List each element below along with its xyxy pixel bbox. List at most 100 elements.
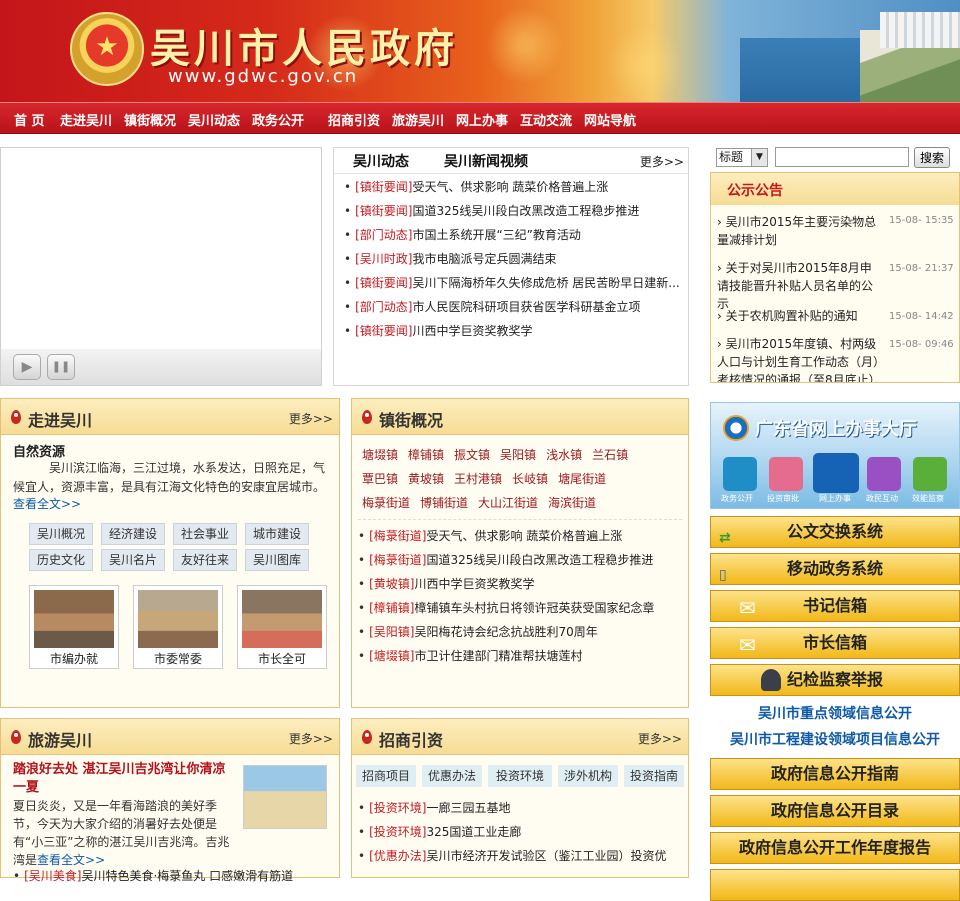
notice-item[interactable]: › 关于对吴川市2015年8月申请技能晋升补贴人员名单的公示 — [717, 259, 877, 313]
service-hall-banner[interactable]: 广东省网上办事大厅 政务公开 投资审批 网上办事 政民互动 效能监察 — [710, 402, 960, 509]
town-link[interactable]: 兰石镇 — [592, 448, 628, 462]
search-button[interactable]: 搜索 — [914, 147, 950, 168]
lvyou-read-all[interactable]: 查看全文>> — [37, 853, 105, 867]
service-icon[interactable] — [867, 457, 901, 491]
zhenjie-panel: 镇街概况 塘㙍镇 樟铺镇 振文镇 吴阳镇 浅水镇 兰石镇 覃巴镇 黄坡镇 王村港镇 长岐镇 塘尾街… — [351, 398, 689, 708]
nav-banshi[interactable]: 网上办事 — [456, 110, 508, 129]
mulu-button[interactable]: 政府信息公开目录 — [710, 795, 960, 827]
town-link[interactable]: 博铺街道 — [420, 496, 468, 510]
tag-mingpian[interactable]: 吴川名片 — [101, 549, 165, 571]
list-item[interactable]: [镇街要闻]吴川下隔海桥年久失修成危桥 居民苦盼早日建新... — [344, 274, 680, 294]
tag-zhinan[interactable]: 投资指南 — [624, 765, 684, 787]
service-label: 政民互动 — [866, 494, 898, 503]
photo-card[interactable]: 市长全可 — [237, 585, 327, 669]
notice-item[interactable]: › 吴川市2015年主要污染物总量减排计划 — [717, 213, 877, 249]
city-image — [880, 12, 960, 48]
zoujin-more-link[interactable]: 更多>> — [289, 410, 333, 427]
nav-zoujin[interactable]: 走进吴川 — [60, 110, 112, 129]
tag-chengshi[interactable]: 城市建设 — [245, 523, 309, 545]
service-icon[interactable] — [769, 457, 803, 491]
list-item[interactable]: [吴川时政]我市电脑派号定兵圆满结束 — [344, 250, 556, 270]
nav-home[interactable]: 首 页 — [14, 110, 45, 129]
list-item[interactable]: [优惠办法]吴川市经济开发试验区（鉴江工业园）投资优 — [358, 847, 666, 867]
tag-shewai[interactable]: 涉外机构 — [558, 765, 618, 787]
nav-dongtai[interactable]: 吴川动态 — [188, 110, 240, 129]
tab-dongtai[interactable]: 吴川动态 — [353, 151, 409, 171]
nav-hudong[interactable]: 互动交流 — [520, 110, 572, 129]
tag-youhui[interactable]: 优惠办法 — [422, 765, 482, 787]
list-item[interactable]: [吴阳镇]吴阳梅花诗会纪念抗战胜利70周年 — [358, 623, 598, 643]
town-link[interactable]: 樟铺镇 — [408, 448, 444, 462]
town-link[interactable]: 吴阳镇 — [500, 448, 536, 462]
jijian-report-button[interactable]: 纪检监察举报 — [710, 664, 960, 696]
lvyou-more-link[interactable]: 更多>> — [289, 730, 333, 747]
tag-shehui[interactable]: 社会事业 — [173, 523, 237, 545]
lvyou-headline[interactable]: 踏浪好去处 湛江吴川吉兆湾让你清凉一夏 — [13, 761, 235, 797]
video-player[interactable]: ▶ ❚❚ — [0, 147, 322, 386]
tag-tuku[interactable]: 吴川图库 — [245, 549, 309, 571]
town-link[interactable]: 浅水镇 — [546, 448, 582, 462]
town-link[interactable]: 大山江街道 — [478, 496, 538, 510]
photo-caption: 市委常委 — [153, 652, 202, 666]
list-item[interactable]: [樟铺镇]樟铺镇车头村抗日将领许冠英获受国家纪念章 — [358, 599, 654, 619]
yidong-button[interactable]: ▯ 移动政务系统 — [710, 553, 960, 585]
nav-zhenjie[interactable]: 镇街概况 — [124, 110, 176, 129]
town-link[interactable]: 塘㙍镇 — [362, 448, 398, 462]
town-link[interactable]: 黄坡镇 — [408, 472, 444, 486]
list-item[interactable]: [黄坡镇]川西中学巨资奖教奖学 — [358, 575, 534, 595]
list-item[interactable]: [投资环境]325国道工业走廊 — [358, 823, 521, 843]
search-scope-select[interactable]: 标题 ▼ — [716, 148, 768, 167]
list-item[interactable]: [投资环境]一廊三园五基地 — [358, 799, 510, 819]
beach-photo[interactable] — [243, 765, 327, 829]
zhaoshang-more-link[interactable]: 更多>> — [638, 730, 682, 747]
list-item[interactable]: [梅菉街道]受天气、供求影响 蔬菜价格普遍上涨 — [358, 527, 622, 547]
tag-xiangmu[interactable]: 招商项目 — [356, 765, 416, 787]
service-icon[interactable] — [913, 457, 947, 491]
town-link[interactable]: 塘尾街道 — [558, 472, 606, 486]
list-item[interactable]: [镇街要闻]国道325线吴川段白改黑改造工程稳步推进 — [344, 202, 639, 222]
tag-huanjing[interactable]: 投资环境 — [488, 765, 552, 787]
nav-lvyou[interactable]: 旅游吴川 — [392, 110, 444, 129]
list-item[interactable]: [镇街要闻]川西中学巨资奖教奖学 — [344, 322, 532, 342]
list-item[interactable]: [塘㙍镇]市卫计住建部门精准帮扶塘莲村 — [358, 647, 582, 667]
service-icon[interactable] — [723, 457, 757, 491]
tag-lishi[interactable]: 历史文化 — [29, 549, 93, 571]
list-item[interactable]: [部门动态]市人民医院科研项目获省医学科研基金立项 — [344, 298, 640, 318]
service-icon[interactable] — [813, 453, 859, 493]
nianbao-button[interactable]: 政府信息公开工作年度报告 — [710, 832, 960, 864]
news-more-link[interactable]: 更多>> — [640, 153, 684, 170]
town-link[interactable]: 王村港镇 — [454, 472, 502, 486]
nav-zhaoshang[interactable]: 招商引资 — [328, 110, 380, 129]
list-item[interactable]: [吴川美食]吴川特色美食·梅菉鱼丸 口感嫩滑有筋道 — [13, 867, 293, 887]
pause-button[interactable]: ❚❚ — [47, 354, 75, 380]
list-item[interactable]: [部门动态]市国土系统开展“三纪”教育活动 — [344, 226, 581, 246]
list-item[interactable]: [镇街要闻]受天气、供求影响 蔬菜价格普遍上涨 — [344, 178, 608, 198]
tag-jingji[interactable]: 经济建设 — [101, 523, 165, 545]
list-item[interactable]: [梅菉街道]国道325线吴川段白改黑改造工程稳步推进 — [358, 551, 653, 571]
zoujin-read-all[interactable]: 查看全文>> — [13, 495, 82, 512]
nav-zhengwu[interactable]: 政务公开 — [252, 110, 304, 129]
nav-daohang[interactable]: 网站导航 — [584, 110, 636, 129]
shuji-mailbox-button[interactable]: ✉ 书记信箱 — [710, 590, 960, 622]
zhinan-button[interactable]: 政府信息公开指南 — [710, 758, 960, 790]
shizhang-mailbox-button[interactable]: ✉ 市长信箱 — [710, 627, 960, 659]
search-input[interactable] — [775, 147, 909, 167]
notice-item[interactable]: › 关于农机购置补贴的通知 — [717, 307, 877, 325]
gongcheng-info-link[interactable]: 吴川市工程建设领域项目信息公开 — [710, 729, 960, 749]
photo-card[interactable]: 市委常委 — [133, 585, 223, 669]
extra-button[interactable] — [710, 869, 960, 901]
play-button[interactable]: ▶ — [13, 354, 41, 380]
tag-gaikuang[interactable]: 吴川概况 — [29, 523, 93, 545]
town-link[interactable]: 海滨街道 — [548, 496, 596, 510]
tab-video[interactable]: 吴川新闻视频 — [444, 151, 528, 171]
officer-icon — [761, 669, 781, 691]
gongwen-button[interactable]: ⇄ 公文交换系统 — [710, 516, 960, 548]
town-link[interactable]: 梅菉街道 — [362, 496, 410, 510]
town-link[interactable]: 覃巴镇 — [362, 472, 398, 486]
photo-card[interactable]: 市编办就 — [29, 585, 119, 669]
tag-youhao[interactable]: 友好往来 — [173, 549, 237, 571]
town-link[interactable]: 振文镇 — [454, 448, 490, 462]
town-link[interactable]: 长岐镇 — [512, 472, 548, 486]
zhongdian-info-link[interactable]: 吴川市重点领域信息公开 — [710, 703, 960, 723]
site-url: www.gdwc.gov.cn — [168, 66, 359, 87]
